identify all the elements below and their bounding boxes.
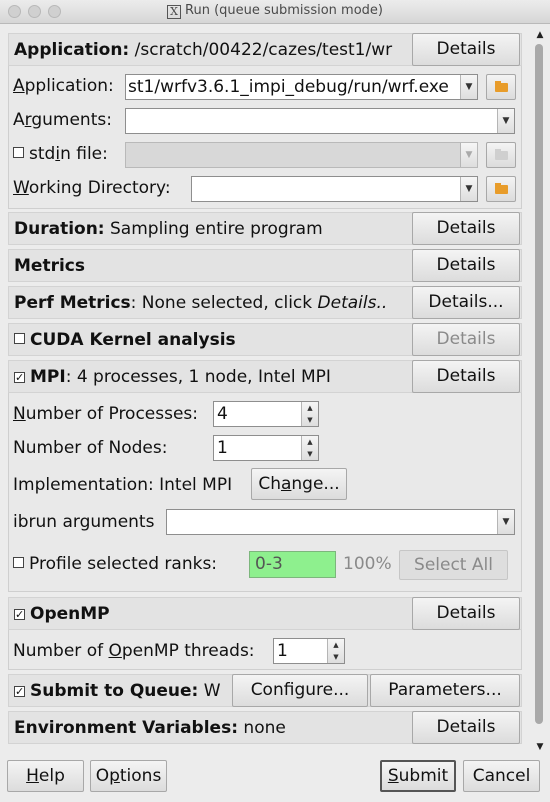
chevron-down-icon[interactable]: ▼ xyxy=(460,177,477,201)
spin-up-icon[interactable]: ▲ xyxy=(302,436,318,448)
queue-label: Submit to Queue: xyxy=(30,681,199,701)
submit-button[interactable]: Submit xyxy=(380,760,456,792)
stdin-checkbox[interactable] xyxy=(13,147,24,158)
stdin-label[interactable]: stdin file: xyxy=(13,144,108,164)
num-nodes-stepper[interactable]: 1 ▲ ▼ xyxy=(213,435,319,461)
cancel-button[interactable]: Cancel xyxy=(463,760,540,792)
application-details-button[interactable]: Details xyxy=(412,33,520,66)
profile-ranks-checkbox[interactable] xyxy=(13,557,24,568)
vertical-scrollbar[interactable]: ▲ ▼ xyxy=(532,28,548,754)
ibrun-arguments-label: ibrun arguments xyxy=(13,512,155,532)
help-button[interactable]: Help xyxy=(7,760,84,792)
duration-label: Duration: xyxy=(14,219,105,239)
mpi-details-button[interactable]: Details xyxy=(412,360,520,393)
chevron-down-icon[interactable]: ▼ xyxy=(460,75,477,99)
options-button[interactable]: Options xyxy=(90,760,167,792)
scrollbar-thumb[interactable] xyxy=(535,44,543,724)
mpi-checkbox[interactable]: ✓ xyxy=(14,372,25,383)
cuda-label: CUDA Kernel analysis xyxy=(30,330,236,350)
arguments-label: Arguments: xyxy=(13,110,112,130)
application-label: Application: xyxy=(13,76,114,96)
folder-icon xyxy=(495,149,508,160)
env-value: none xyxy=(243,718,286,738)
num-processes-stepper[interactable]: 4 ▲ ▼ xyxy=(213,401,319,427)
openmp-details-button[interactable]: Details xyxy=(412,597,520,630)
profile-percent: 100% xyxy=(343,554,392,574)
application-path-combo[interactable]: st1/wrfv3.6.1_impi_debug/run/wrf.exe ▼ xyxy=(125,74,478,100)
chevron-down-icon[interactable]: ▼ xyxy=(497,510,514,534)
cuda-checkbox[interactable] xyxy=(14,333,25,344)
folder-icon xyxy=(495,183,508,194)
duration-details-button[interactable]: Details xyxy=(412,212,520,245)
env-details-button[interactable]: Details xyxy=(412,711,520,744)
spin-down-icon[interactable]: ▼ xyxy=(302,448,318,460)
working-directory-browse-button[interactable] xyxy=(486,176,516,202)
working-directory-combo[interactable]: ▼ xyxy=(191,176,478,202)
spin-up-icon[interactable]: ▲ xyxy=(328,639,344,651)
mpi-summary: : 4 processes, 1 node, Intel MPI xyxy=(65,367,331,387)
application-browse-button[interactable] xyxy=(486,74,516,100)
arguments-combo[interactable]: ▼ xyxy=(125,108,515,134)
change-implementation-button[interactable]: Change... xyxy=(251,468,347,500)
select-all-button: Select All xyxy=(399,550,508,580)
openmp-threads-stepper[interactable]: 1 ▲ ▼ xyxy=(273,638,345,664)
queue-parameters-button[interactable]: Parameters... xyxy=(370,674,520,707)
cuda-details-button: Details xyxy=(412,323,520,356)
window-title: X Run (queue submission mode) xyxy=(0,3,550,19)
num-nodes-label: Number of Nodes: xyxy=(13,438,168,458)
openmp-label: OpenMP xyxy=(30,604,110,624)
profile-ranks-input: 0-3 xyxy=(249,551,336,578)
x11-icon: X xyxy=(167,5,182,19)
working-directory-label: Working Directory: xyxy=(13,178,171,198)
folder-icon xyxy=(495,81,508,92)
queue-checkbox[interactable]: ✓ xyxy=(14,686,25,697)
scroll-up-icon[interactable]: ▲ xyxy=(533,28,547,42)
env-label: Environment Variables: xyxy=(14,718,239,738)
num-processes-label: Number of Processes: xyxy=(13,404,199,424)
profile-ranks-label[interactable]: Profile selected ranks: xyxy=(13,554,217,574)
openmp-checkbox[interactable]: ✓ xyxy=(14,609,25,620)
chevron-down-icon: ▼ xyxy=(460,143,477,167)
stdin-file-combo: ▼ xyxy=(125,142,478,168)
ibrun-arguments-combo[interactable]: ▼ xyxy=(166,509,515,535)
perf-metrics-label: Perf Metrics xyxy=(14,293,131,313)
chevron-down-icon[interactable]: ▼ xyxy=(497,109,514,133)
mpi-label: MPI xyxy=(30,367,66,387)
application-header-label: Application: xyxy=(14,40,130,60)
duration-value: Sampling entire program xyxy=(110,219,323,239)
window-titlebar: X Run (queue submission mode) xyxy=(0,0,550,24)
queue-configure-button[interactable]: Configure... xyxy=(232,674,368,707)
stdin-browse-button xyxy=(486,142,516,168)
spin-down-icon[interactable]: ▼ xyxy=(328,651,344,663)
metrics-label: Metrics xyxy=(14,256,85,276)
scroll-down-icon[interactable]: ▼ xyxy=(533,740,547,754)
spin-up-icon[interactable]: ▲ xyxy=(302,402,318,414)
openmp-threads-label: Number of OpenMP threads: xyxy=(13,641,255,661)
metrics-details-button[interactable]: Details xyxy=(412,249,520,282)
spin-down-icon[interactable]: ▼ xyxy=(302,414,318,426)
application-path-value: st1/wrfv3.6.1_impi_debug/run/wrf.exe xyxy=(128,77,449,97)
implementation-label: Implementation: Intel MPI xyxy=(13,475,233,495)
perf-metrics-details-button[interactable]: Details... xyxy=(412,286,520,319)
application-header-value: /scratch/00422/cazes/test1/wr xyxy=(134,40,393,60)
